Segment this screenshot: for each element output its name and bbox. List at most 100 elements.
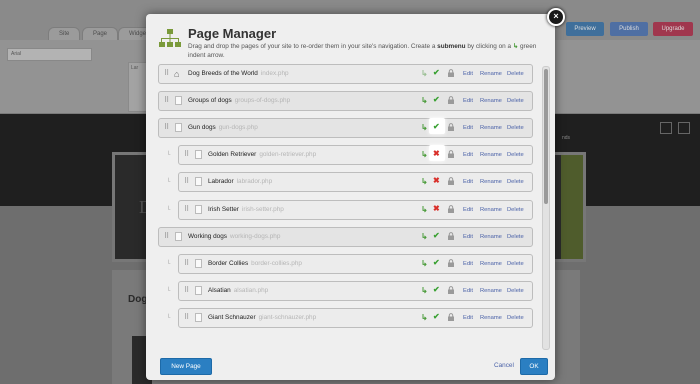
drag-handle-icon[interactable]: ⠿ <box>184 205 189 213</box>
cross-icon[interactable]: ✖ <box>433 176 440 186</box>
publish-button[interactable]: Publish <box>610 22 648 36</box>
rename-link[interactable]: Rename <box>480 71 502 77</box>
new-page-button[interactable]: New Page <box>160 358 212 375</box>
cancel-button[interactable]: Cancel <box>494 362 514 369</box>
green-indent-arrow-icon[interactable]: ↳ <box>421 150 428 159</box>
edit-link[interactable]: Edit <box>463 234 473 240</box>
green-indent-arrow-icon[interactable]: ↳ <box>421 123 428 132</box>
page-row[interactable]: └ ⠿ Alsatian alsatian.php ↳ ✔ Edit Rename Delete <box>166 281 533 301</box>
drag-handle-icon[interactable]: ⠿ <box>184 177 189 185</box>
edit-link[interactable]: Edit <box>463 315 473 321</box>
green-indent-arrow-icon[interactable]: ↳ <box>421 205 428 214</box>
ok-button[interactable]: OK <box>520 358 548 375</box>
page-row[interactable]: └ ⠿ Border Collies border-collies.php ↳ ✔ Edit… <box>166 254 533 274</box>
green-indent-arrow-icon[interactable]: ↳ <box>421 177 428 186</box>
lock-icon[interactable] <box>447 205 455 213</box>
edit-link[interactable]: Edit <box>463 125 473 131</box>
edit-link[interactable]: Edit <box>463 98 473 104</box>
content-heading: Dog <box>128 294 148 305</box>
close-icon[interactable]: × <box>547 8 565 26</box>
delete-link[interactable]: Delete <box>507 98 524 104</box>
page-row[interactable]: ⠿ ⌂ Dog Breeds of the World index.php ↳ ✔ Edit… <box>158 64 533 84</box>
preview-button[interactable]: Preview <box>566 22 604 36</box>
delete-link[interactable]: Delete <box>507 207 524 213</box>
drag-handle-icon[interactable]: ⠿ <box>164 123 169 131</box>
page-row[interactable]: └ ⠿ Giant Schnauzer giant-schnauzer.php ↳ ✔ Ed… <box>166 308 533 328</box>
check-icon[interactable]: ✔ <box>433 68 440 78</box>
cross-icon[interactable]: ✖ <box>433 204 440 214</box>
green-indent-arrow-icon: ↳ <box>421 69 428 78</box>
edit-link[interactable]: Edit <box>463 288 473 294</box>
lock-icon[interactable] <box>447 259 455 267</box>
drag-handle-icon[interactable]: ⠿ <box>164 69 169 77</box>
edit-link[interactable]: Edit <box>463 207 473 213</box>
rename-link[interactable]: Rename <box>480 234 502 240</box>
delete-link[interactable]: Delete <box>507 234 524 240</box>
check-icon[interactable]: ✔ <box>433 285 440 295</box>
green-indent-arrow-icon[interactable]: ↳ <box>421 259 428 268</box>
edit-link[interactable]: Edit <box>463 261 473 267</box>
lock-icon[interactable] <box>447 123 455 131</box>
drag-handle-icon[interactable]: ⠿ <box>184 286 189 294</box>
page-list-scrollbar[interactable] <box>542 66 550 350</box>
page-row[interactable]: ⠿ Gun dogs gun-dogs.php ↳ ✔ Edit Rename Delete <box>158 118 533 138</box>
lock-icon[interactable] <box>447 69 455 77</box>
page-row[interactable]: ⠿ Working dogs working-dogs.php ↳ ✔ Edit Renam… <box>158 227 533 247</box>
green-indent-arrow-icon[interactable]: ↳ <box>421 96 428 105</box>
upgrade-button[interactable]: Upgrade <box>653 22 693 36</box>
delete-link[interactable]: Delete <box>507 179 524 185</box>
check-icon[interactable]: ✔ <box>433 231 440 241</box>
edit-link[interactable]: Edit <box>463 71 473 77</box>
cross-icon[interactable]: ✖ <box>433 149 440 159</box>
delete-link[interactable]: Delete <box>507 71 524 77</box>
check-icon[interactable]: ✔ <box>433 95 440 105</box>
green-indent-arrow-icon[interactable]: ↳ <box>421 313 428 322</box>
rename-link[interactable]: Rename <box>480 98 502 104</box>
drag-handle-icon[interactable]: ⠿ <box>164 96 169 104</box>
delete-link[interactable]: Delete <box>507 125 524 131</box>
delete-link[interactable]: Delete <box>507 152 524 158</box>
rename-link[interactable]: Rename <box>480 152 502 158</box>
page-row[interactable]: └ ⠿ Labrador labrador.php ↳ ✖ Edit Rename Delete <box>166 172 533 192</box>
page-row[interactable]: └ ⠿ Golden Retriever golden-retriever.php ↳ ✖… <box>166 145 533 165</box>
drag-handle-icon[interactable]: ⠿ <box>184 313 189 321</box>
rename-link[interactable]: Rename <box>480 207 502 213</box>
delete-link[interactable]: Delete <box>507 261 524 267</box>
lock-icon[interactable] <box>447 286 455 294</box>
font-select[interactable]: Arial <box>7 48 92 61</box>
edit-link[interactable]: Edit <box>463 152 473 158</box>
rename-link[interactable]: Rename <box>480 179 502 185</box>
page-manager-dialog: Page Manager Drag and drop the pages of … <box>146 14 555 380</box>
lock-icon[interactable] <box>447 232 455 240</box>
green-indent-arrow-icon[interactable]: ↳ <box>421 232 428 241</box>
tab-page[interactable]: Page <box>82 27 119 41</box>
lock-icon[interactable] <box>447 177 455 185</box>
drag-handle-icon[interactable]: ⠿ <box>184 259 189 267</box>
delete-link[interactable]: Delete <box>507 315 524 321</box>
page-row[interactable]: ⠿ Groups of dogs groups-of-dogs.php ↳ ✔ Edit R… <box>158 91 533 111</box>
page-icon <box>175 232 182 241</box>
expand-icon[interactable] <box>678 122 690 134</box>
lock-icon[interactable] <box>447 313 455 321</box>
scrollbar-thumb[interactable] <box>544 69 548 204</box>
submenu-marker: └ <box>166 261 171 267</box>
edit-link[interactable]: Edit <box>463 179 473 185</box>
rename-link[interactable]: Rename <box>480 288 502 294</box>
settings-icon[interactable] <box>660 122 672 134</box>
check-icon[interactable]: ✔ <box>433 312 440 322</box>
lock-icon[interactable] <box>447 150 455 158</box>
page-row[interactable]: └ ⠿ Irish Setter irish-setter.php ↳ ✖ Edit Rena… <box>166 200 533 220</box>
rename-link[interactable]: Rename <box>480 125 502 131</box>
check-icon[interactable]: ✔ <box>433 122 440 132</box>
page-icon <box>175 96 182 105</box>
drag-handle-icon[interactable]: ⠿ <box>164 232 169 240</box>
lock-icon[interactable] <box>447 96 455 104</box>
delete-link[interactable]: Delete <box>507 288 524 294</box>
page-filename: golden-retriever.php <box>259 151 317 158</box>
drag-handle-icon[interactable]: ⠿ <box>184 150 189 158</box>
rename-link[interactable]: Rename <box>480 315 502 321</box>
check-icon[interactable]: ✔ <box>433 258 440 268</box>
green-indent-arrow-icon[interactable]: ↳ <box>421 286 428 295</box>
tab-site[interactable]: Site <box>48 27 81 41</box>
rename-link[interactable]: Rename <box>480 261 502 267</box>
